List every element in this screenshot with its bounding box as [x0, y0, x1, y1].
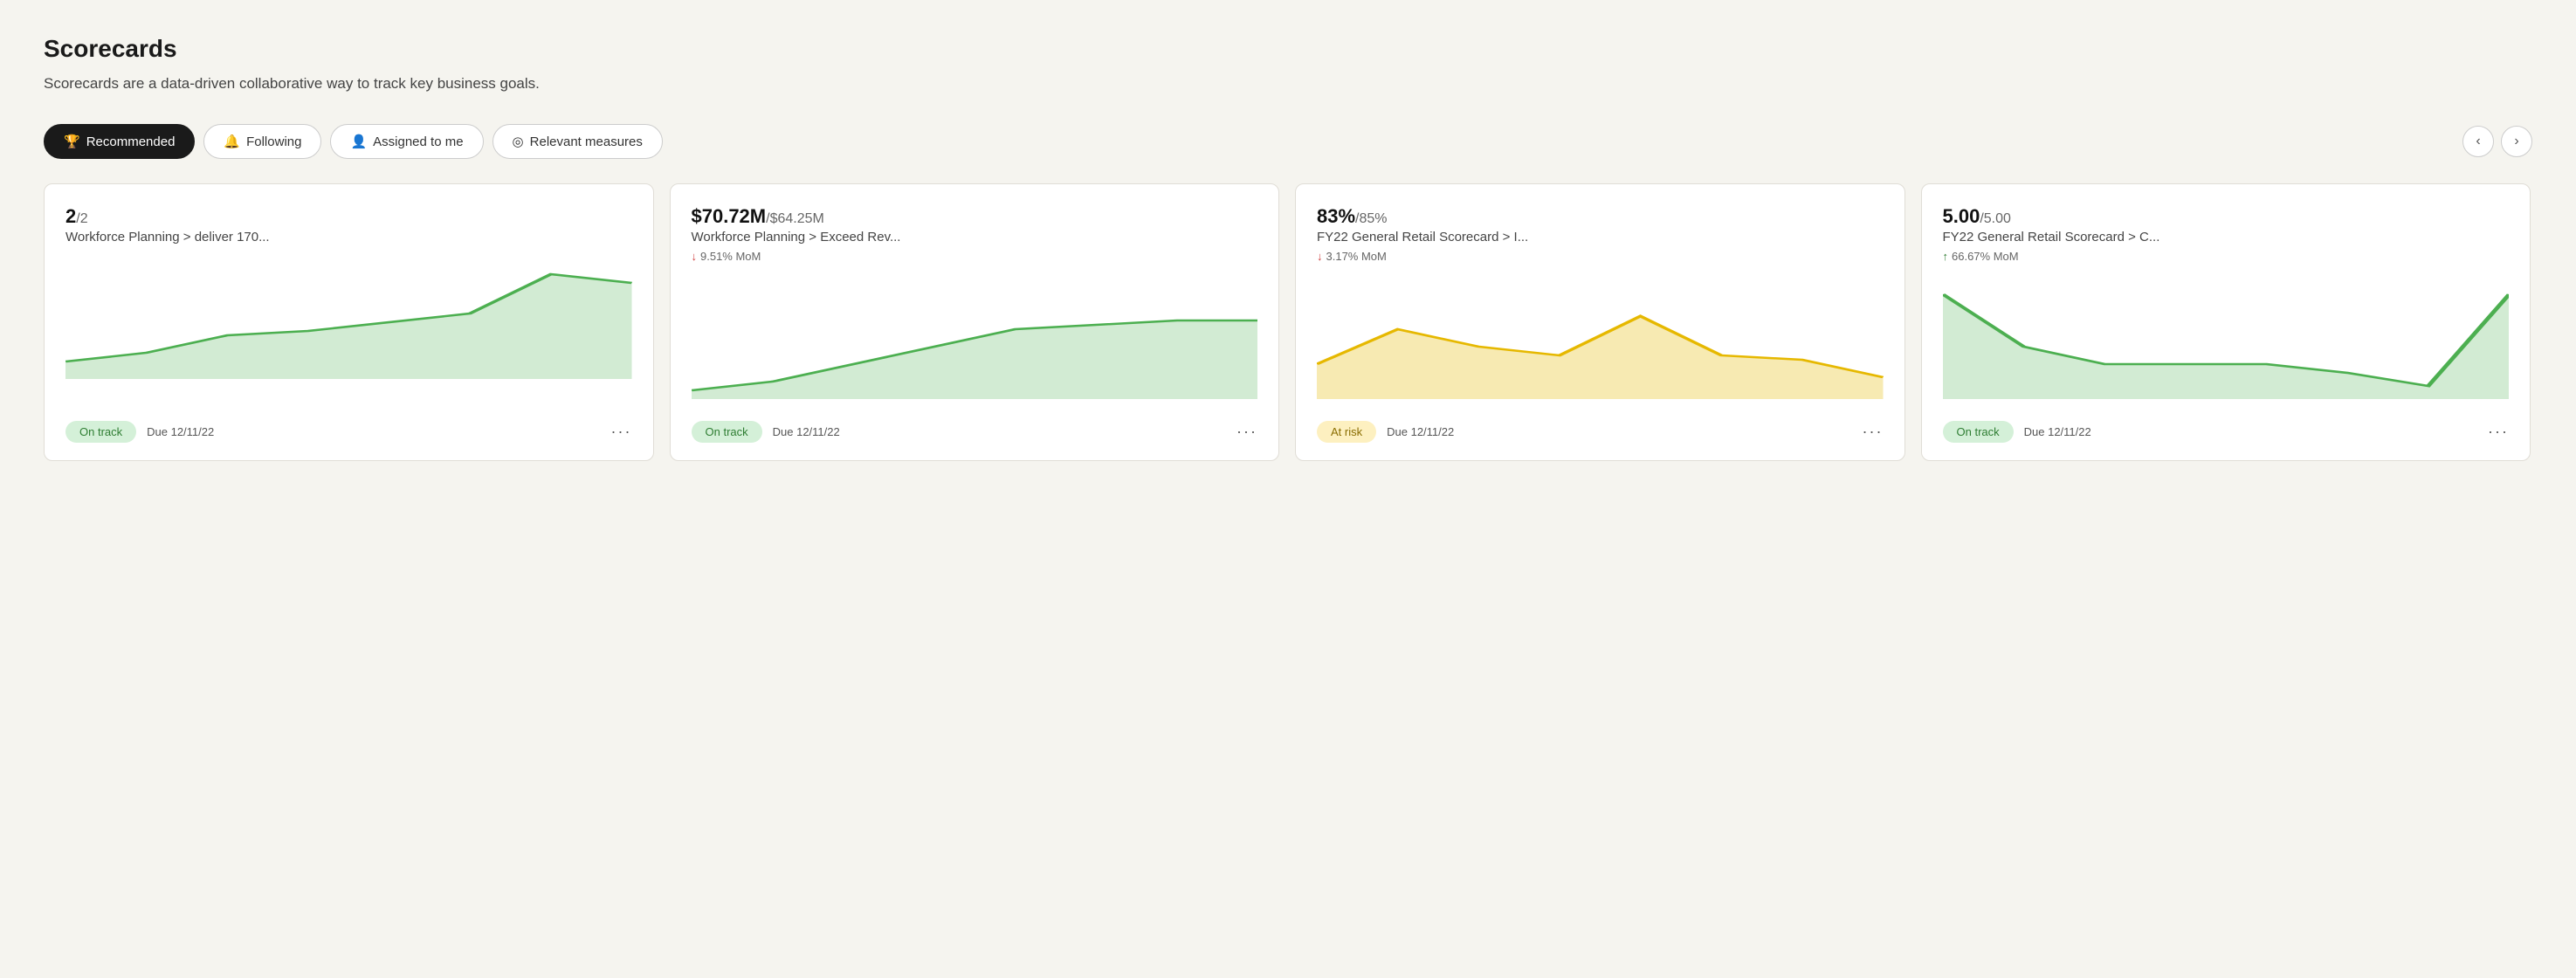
- scorecard-target: /5.00: [1980, 211, 2011, 226]
- more-button[interactable]: ···: [1236, 423, 1257, 441]
- due-date: Due 12/11/22: [773, 425, 840, 438]
- status-badge: At risk: [1317, 421, 1376, 443]
- card-footer: On track Due 12/11/22 ···: [692, 421, 1258, 443]
- scorecard-metric: 83%/85%: [1317, 205, 1884, 228]
- mom-arrow: ↑: [1943, 250, 1949, 263]
- scorecard-mom: ↓ 3.17% MoM: [1317, 250, 1884, 263]
- tabs-container: 🏆 Recommended 🔔 Following 👤 Assigned to me ◎ Re…: [44, 124, 663, 159]
- page-title: Scorecards: [44, 35, 2532, 63]
- mom-value: 3.17% MoM: [1326, 250, 1387, 263]
- nav-prev-button[interactable]: ‹: [2462, 126, 2494, 157]
- scorecard-mom: ↑ 66.67% MoM: [1943, 250, 2510, 263]
- tab-recommended[interactable]: 🏆 Recommended: [44, 124, 195, 159]
- scorecard-metric: 2/2: [65, 205, 632, 228]
- more-button[interactable]: ···: [1863, 423, 1884, 441]
- tab-label-following: Following: [246, 134, 301, 149]
- chart-area: [1317, 277, 1884, 403]
- scorecard-card3: 83%/85% FY22 General Retail Scorecard > …: [1295, 183, 1905, 461]
- tab-label-assigned: Assigned to me: [373, 134, 463, 149]
- chart-fill: [1317, 316, 1884, 399]
- chart-svg: [65, 257, 632, 379]
- chart-svg: [692, 277, 1258, 399]
- scorecard-metric: $70.72M/$64.25M: [692, 205, 1258, 228]
- more-button[interactable]: ···: [611, 423, 632, 441]
- scorecard-metric: 5.00/5.00: [1943, 205, 2510, 228]
- scorecard-mom: ↓ 9.51% MoM: [692, 250, 1258, 263]
- scorecard-name: Workforce Planning > Exceed Rev...: [692, 230, 1258, 244]
- scorecard-card1: 2/2 Workforce Planning > deliver 170... …: [44, 183, 654, 461]
- tabs-row: 🏆 Recommended 🔔 Following 👤 Assigned to me ◎ Re…: [44, 124, 2532, 159]
- more-button[interactable]: ···: [2488, 423, 2509, 441]
- card-footer: On track Due 12/11/22 ···: [65, 421, 632, 443]
- card-footer: On track Due 12/11/22 ···: [1943, 421, 2510, 443]
- nav-arrows: ‹ ›: [2462, 126, 2532, 157]
- mom-value: 9.51% MoM: [700, 250, 761, 263]
- page-subtitle: Scorecards are a data-driven collaborati…: [44, 75, 2532, 93]
- card-footer: At risk Due 12/11/22 ···: [1317, 421, 1884, 443]
- mom-arrow: ↓: [692, 250, 698, 263]
- scorecard-card4: 5.00/5.00 FY22 General Retail Scorecard …: [1921, 183, 2531, 461]
- tab-icon-following: 🔔: [224, 134, 240, 149]
- status-badge: On track: [692, 421, 762, 443]
- tab-following[interactable]: 🔔 Following: [203, 124, 321, 159]
- mom-arrow: ↓: [1317, 250, 1323, 263]
- due-date: Due 12/11/22: [1387, 425, 1454, 438]
- scorecard-target: /85%: [1355, 211, 1387, 226]
- chart-area: [1943, 277, 2510, 403]
- tab-label-recommended: Recommended: [86, 134, 176, 149]
- chart-fill: [692, 320, 1258, 399]
- scorecard-target: /$64.25M: [766, 211, 824, 226]
- due-date: Due 12/11/22: [147, 425, 214, 438]
- scorecard-card2: $70.72M/$64.25M Workforce Planning > Exc…: [670, 183, 1280, 461]
- chart-area: [692, 277, 1258, 403]
- tab-relevant[interactable]: ◎ Relevant measures: [492, 124, 663, 159]
- due-date: Due 12/11/22: [2024, 425, 2091, 438]
- cards-row: 2/2 Workforce Planning > deliver 170... …: [44, 183, 2532, 461]
- status-badge: On track: [65, 421, 136, 443]
- nav-next-button[interactable]: ›: [2501, 126, 2532, 157]
- scorecard-name: FY22 General Retail Scorecard > C...: [1943, 230, 2510, 244]
- mom-value: 66.67% MoM: [1952, 250, 2019, 263]
- chart-svg: [1943, 277, 2510, 399]
- tab-icon-recommended: 🏆: [64, 134, 80, 149]
- tab-label-relevant: Relevant measures: [530, 134, 643, 149]
- status-badge: On track: [1943, 421, 2014, 443]
- tab-icon-relevant: ◎: [513, 134, 524, 149]
- scorecard-target: /2: [76, 211, 87, 226]
- chart-area: [65, 257, 632, 403]
- scorecard-name: Workforce Planning > deliver 170...: [65, 230, 632, 244]
- tab-icon-assigned: 👤: [350, 134, 367, 149]
- scorecard-name: FY22 General Retail Scorecard > I...: [1317, 230, 1884, 244]
- chart-svg: [1317, 277, 1884, 399]
- tab-assigned[interactable]: 👤 Assigned to me: [330, 124, 483, 159]
